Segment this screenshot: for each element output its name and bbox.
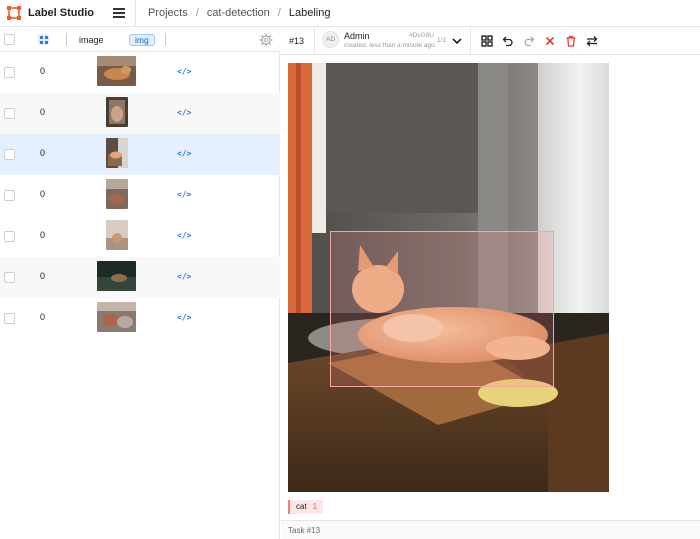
code-icon[interactable]: </> (177, 190, 191, 199)
code-icon[interactable]: </> (177, 272, 191, 281)
column-header-image[interactable]: image (79, 35, 104, 45)
table-row[interactable]: 0 </> (0, 216, 280, 257)
image-thumbnail (106, 179, 128, 209)
row-checkbox[interactable] (4, 313, 15, 324)
annotation-count: 0 (40, 230, 46, 240)
redo-icon[interactable] (523, 35, 535, 47)
image-thumbnail (97, 56, 136, 86)
breadcrumb-project[interactable]: cat-detection (207, 7, 270, 19)
table-row[interactable]: 0 </> (0, 93, 280, 134)
annotation-created: created, less than a minute ago (344, 42, 435, 49)
region-label-chip[interactable]: cat 1 (288, 500, 324, 514)
region-label-count: 1 (312, 502, 318, 511)
code-icon[interactable]: </> (177, 108, 191, 117)
annotation-count: 0 (40, 66, 46, 76)
column-header-img-tag[interactable]: img (129, 34, 155, 46)
footer-task-label: Task #13 (288, 526, 321, 535)
code-icon[interactable]: </> (177, 313, 191, 322)
code-icon[interactable]: </> (177, 231, 191, 240)
row-checkbox[interactable] (4, 231, 15, 242)
label-studio-logo-icon (7, 6, 21, 20)
row-checkbox[interactable] (4, 149, 15, 160)
image-thumbnail (106, 97, 128, 127)
breadcrumb-separator: / (277, 7, 281, 19)
image-thumbnail (97, 261, 136, 291)
table-header: image img (0, 27, 280, 52)
undo-icon[interactable] (502, 35, 514, 47)
task-table: image img 0 </> 0 </> 0 </> 0 </> 0 </> … (0, 27, 280, 539)
row-checkbox[interactable] (4, 272, 15, 283)
divider (135, 0, 136, 27)
annotation-hash: #DsG8U (409, 32, 434, 39)
select-all-checkbox[interactable] (4, 34, 15, 45)
close-icon[interactable] (544, 35, 556, 47)
breadcrumb-projects[interactable]: Projects (148, 7, 188, 19)
table-row[interactable]: 0 </> (0, 257, 280, 298)
divider (470, 27, 471, 55)
table-row[interactable]: 0 </> (0, 298, 280, 339)
image-thumbnail (106, 138, 128, 168)
annotation-count: 0 (40, 148, 46, 158)
image-canvas[interactable] (288, 63, 609, 492)
code-icon[interactable]: </> (177, 67, 191, 76)
chevron-down-icon[interactable] (451, 35, 463, 47)
image-thumbnail (97, 302, 136, 332)
column-divider (165, 33, 166, 46)
hamburger-menu-icon[interactable] (113, 8, 125, 18)
row-checkbox[interactable] (4, 108, 15, 119)
task-id: #13 (289, 36, 305, 46)
annotation-counter: 1/1 (437, 37, 447, 44)
divider (314, 27, 315, 55)
table-row[interactable]: 0 </> (0, 52, 280, 93)
grid-view-icon[interactable] (38, 34, 49, 45)
code-icon[interactable]: </> (177, 149, 191, 158)
annotator-name: Admin (344, 31, 370, 41)
grid-icon[interactable] (481, 35, 493, 47)
table-row[interactable]: 0 </> (0, 134, 280, 175)
annotation-count: 0 (40, 107, 46, 117)
bounding-box-region[interactable] (330, 231, 554, 387)
column-divider (66, 33, 67, 46)
top-bar: Label Studio Projects / cat-detection / … (0, 0, 700, 27)
table-row[interactable]: 0 </> (0, 175, 280, 216)
breadcrumb-separator: / (195, 7, 199, 19)
editor-toolbar: #13 AD Admin created, less than a minute… (281, 27, 700, 55)
row-checkbox[interactable] (4, 67, 15, 78)
avatar: AD (322, 31, 339, 48)
trash-icon[interactable] (565, 35, 577, 47)
breadcrumb: Projects / cat-detection / Labeling (148, 7, 330, 19)
row-checkbox[interactable] (4, 190, 15, 201)
annotation-count: 0 (40, 189, 46, 199)
annotation-count: 0 (40, 271, 46, 281)
editor-footer: Task #13 (281, 520, 700, 539)
image-thumbnail (106, 220, 128, 250)
annotation-count: 0 (40, 312, 46, 322)
app-title: Label Studio (28, 7, 94, 19)
swap-icon[interactable] (586, 35, 598, 47)
labeling-editor: #13 AD Admin created, less than a minute… (281, 27, 700, 539)
breadcrumb-current: Labeling (288, 7, 331, 19)
gear-icon[interactable] (259, 33, 273, 47)
region-label-name: cat (296, 502, 307, 511)
